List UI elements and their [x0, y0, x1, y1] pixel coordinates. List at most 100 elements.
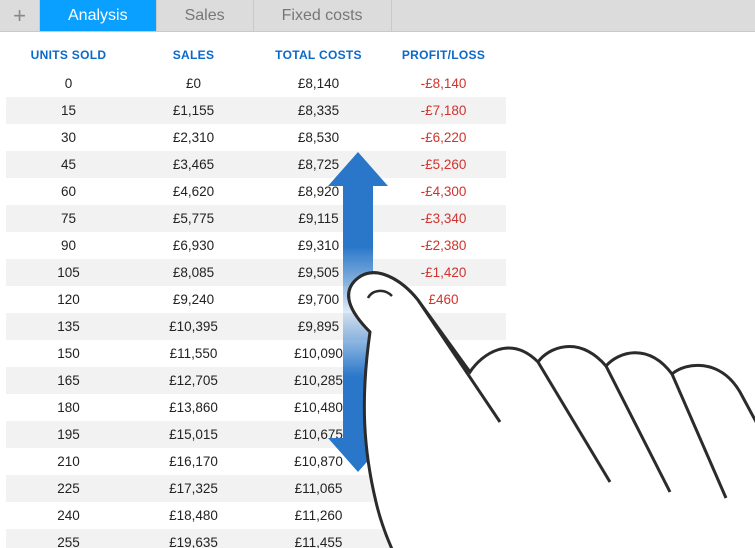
cell-costs[interactable]: £8,335 [256, 97, 381, 124]
cell-pl[interactable]: -£5,260 [381, 151, 506, 178]
cell-costs[interactable]: £9,115 [256, 205, 381, 232]
cell-pl[interactable]: £5 [381, 448, 506, 475]
table-row[interactable]: 60£4,620£8,920-£4,300 [6, 178, 506, 205]
cell-sales[interactable]: £5,775 [131, 205, 256, 232]
cell-pl[interactable]: £8, [381, 529, 506, 548]
cell-units[interactable]: 75 [6, 205, 131, 232]
table-row[interactable]: 165£12,705£10,285 [6, 367, 506, 394]
table-row[interactable]: 210£16,170£10,870£5 [6, 448, 506, 475]
cell-costs[interactable]: £8,530 [256, 124, 381, 151]
table-row[interactable]: 255£19,635£11,455£8, [6, 529, 506, 548]
table-row[interactable]: 105£8,085£9,505-£1,420 [6, 259, 506, 286]
cell-costs[interactable]: £11,260 [256, 502, 381, 529]
table-row[interactable]: 150£11,550£10,090 [6, 340, 506, 367]
cell-costs[interactable]: £9,310 [256, 232, 381, 259]
table-row[interactable]: 120£9,240£9,700£460 [6, 286, 506, 313]
cell-units[interactable]: 135 [6, 313, 131, 340]
table-row[interactable]: 195£15,015£10,675£4, [6, 421, 506, 448]
cell-costs[interactable]: £10,675 [256, 421, 381, 448]
cell-sales[interactable]: £13,860 [131, 394, 256, 421]
cell-units[interactable]: 165 [6, 367, 131, 394]
cell-units[interactable]: 255 [6, 529, 131, 548]
table-row[interactable]: 240£18,480£11,260£ [6, 502, 506, 529]
tab-analysis[interactable]: Analysis [40, 0, 157, 31]
tab-fixed-costs[interactable]: Fixed costs [254, 0, 392, 31]
cell-sales[interactable]: £16,170 [131, 448, 256, 475]
table-row[interactable]: 0£0£8,140-£8,140 [6, 70, 506, 97]
table-row[interactable]: 180£13,860£10,480 [6, 394, 506, 421]
cell-sales[interactable]: £15,015 [131, 421, 256, 448]
tab-sales[interactable]: Sales [157, 0, 254, 31]
cell-units[interactable]: 240 [6, 502, 131, 529]
cell-sales[interactable]: £11,550 [131, 340, 256, 367]
cell-units[interactable]: 30 [6, 124, 131, 151]
cell-pl[interactable]: £ [381, 502, 506, 529]
cell-units[interactable]: 150 [6, 340, 131, 367]
cell-units[interactable]: 180 [6, 394, 131, 421]
cell-units[interactable]: 210 [6, 448, 131, 475]
table-row[interactable]: 90£6,930£9,310-£2,380 [6, 232, 506, 259]
data-table[interactable]: UNITS SOLD SALES TOTAL COSTS PROFIT/LOSS… [6, 38, 506, 548]
cell-costs[interactable]: £9,895 [256, 313, 381, 340]
cell-units[interactable]: 0 [6, 70, 131, 97]
cell-pl[interactable]: -£6,220 [381, 124, 506, 151]
col-profit-loss[interactable]: PROFIT/LOSS [381, 38, 506, 70]
cell-pl[interactable] [381, 367, 506, 394]
cell-pl[interactable] [381, 340, 506, 367]
spreadsheet-area[interactable]: UNITS SOLD SALES TOTAL COSTS PROFIT/LOSS… [0, 32, 755, 548]
cell-sales[interactable]: £4,620 [131, 178, 256, 205]
cell-pl[interactable]: £6 [381, 475, 506, 502]
cell-units[interactable]: 45 [6, 151, 131, 178]
cell-pl[interactable]: £4, [381, 421, 506, 448]
table-row[interactable]: 45£3,465£8,725-£5,260 [6, 151, 506, 178]
table-row[interactable]: 15£1,155£8,335-£7,180 [6, 97, 506, 124]
cell-costs[interactable]: £10,870 [256, 448, 381, 475]
cell-sales[interactable]: £0 [131, 70, 256, 97]
table-row[interactable]: 135£10,395£9,895 [6, 313, 506, 340]
col-sales[interactable]: SALES [131, 38, 256, 70]
cell-costs[interactable]: £8,725 [256, 151, 381, 178]
cell-costs[interactable]: £11,065 [256, 475, 381, 502]
cell-sales[interactable]: £12,705 [131, 367, 256, 394]
cell-sales[interactable]: £6,930 [131, 232, 256, 259]
col-total-costs[interactable]: TOTAL COSTS [256, 38, 381, 70]
cell-units[interactable]: 105 [6, 259, 131, 286]
cell-costs[interactable]: £8,920 [256, 178, 381, 205]
cell-pl[interactable]: -£8,140 [381, 70, 506, 97]
cell-costs[interactable]: £8,140 [256, 70, 381, 97]
cell-pl[interactable] [381, 313, 506, 340]
table-row[interactable]: 75£5,775£9,115-£3,340 [6, 205, 506, 232]
cell-pl[interactable]: -£3,340 [381, 205, 506, 232]
cell-units[interactable]: 60 [6, 178, 131, 205]
cell-costs[interactable]: £11,455 [256, 529, 381, 548]
table-row[interactable]: 225£17,325£11,065£6 [6, 475, 506, 502]
cell-units[interactable]: 195 [6, 421, 131, 448]
cell-costs[interactable]: £9,505 [256, 259, 381, 286]
cell-sales[interactable]: £9,240 [131, 286, 256, 313]
cell-sales[interactable]: £2,310 [131, 124, 256, 151]
cell-costs[interactable]: £10,480 [256, 394, 381, 421]
cell-costs[interactable]: £10,285 [256, 367, 381, 394]
add-tab-button[interactable]: + [0, 0, 40, 31]
cell-costs[interactable]: £9,700 [256, 286, 381, 313]
cell-units[interactable]: 15 [6, 97, 131, 124]
cell-costs[interactable]: £10,090 [256, 340, 381, 367]
cell-units[interactable]: 225 [6, 475, 131, 502]
cell-pl[interactable]: -£1,420 [381, 259, 506, 286]
cell-units[interactable]: 90 [6, 232, 131, 259]
table-row[interactable]: 30£2,310£8,530-£6,220 [6, 124, 506, 151]
cell-pl[interactable]: -£4,300 [381, 178, 506, 205]
cell-sales[interactable]: £19,635 [131, 529, 256, 548]
cell-sales[interactable]: £3,465 [131, 151, 256, 178]
col-units-sold[interactable]: UNITS SOLD [6, 38, 131, 70]
cell-pl[interactable]: -£2,380 [381, 232, 506, 259]
cell-pl[interactable]: £460 [381, 286, 506, 313]
cell-pl[interactable] [381, 394, 506, 421]
cell-sales[interactable]: £18,480 [131, 502, 256, 529]
cell-sales[interactable]: £10,395 [131, 313, 256, 340]
cell-sales[interactable]: £8,085 [131, 259, 256, 286]
cell-units[interactable]: 120 [6, 286, 131, 313]
cell-sales[interactable]: £1,155 [131, 97, 256, 124]
cell-pl[interactable]: -£7,180 [381, 97, 506, 124]
cell-sales[interactable]: £17,325 [131, 475, 256, 502]
